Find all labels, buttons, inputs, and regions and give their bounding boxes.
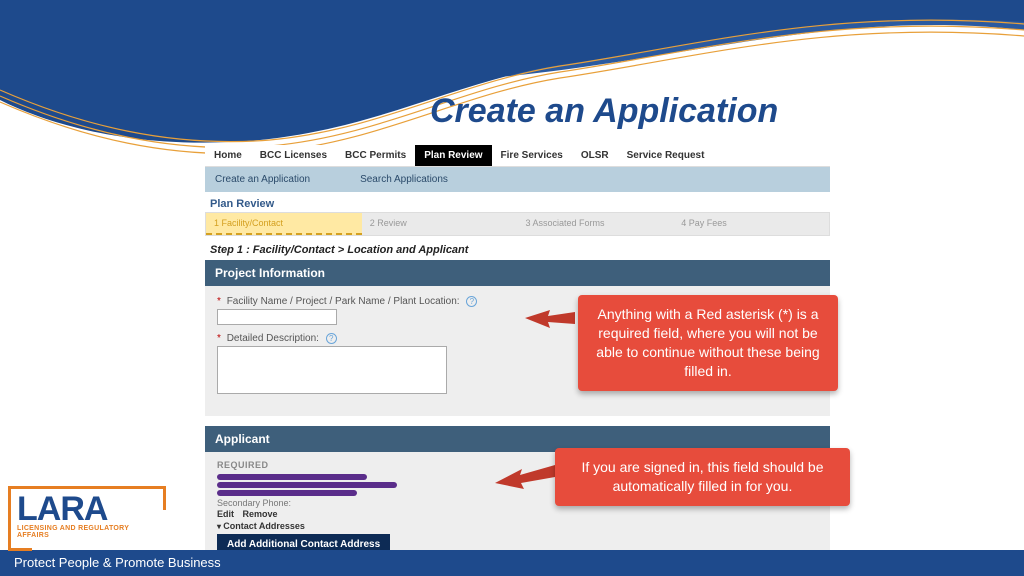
subnav-search-apps[interactable]: Search Applications: [360, 174, 448, 185]
lara-logo: LARA LICENSING AND REGULATORY AFFAIRS: [8, 486, 163, 548]
contact-addresses-toggle[interactable]: Contact Addresses: [217, 521, 818, 531]
step-associated-forms[interactable]: 3 Associated Forms: [518, 213, 674, 235]
step-pay-fees[interactable]: 4 Pay Fees: [673, 213, 829, 235]
help-icon[interactable]: ?: [466, 296, 477, 307]
subnav-create-app[interactable]: Create an Application: [215, 174, 310, 185]
step-facility-contact[interactable]: 1 Facility/Contact: [206, 213, 362, 235]
remove-link[interactable]: Remove: [243, 509, 278, 519]
footer-bar: Protect People & Promote Business: [0, 550, 1024, 576]
redacted-line: [217, 490, 357, 496]
redacted-line: [217, 474, 367, 480]
arrow-icon: [520, 300, 580, 340]
nav-bcc-licenses[interactable]: BCC Licenses: [251, 145, 336, 166]
callout-required-fields: Anything with a Red asterisk (*) is a re…: [578, 295, 838, 391]
required-asterisk-icon: *: [217, 333, 221, 344]
nav-bcc-permits[interactable]: BCC Permits: [336, 145, 415, 166]
nav-fire-services[interactable]: Fire Services: [492, 145, 572, 166]
arrow-icon: [490, 455, 560, 495]
help-icon[interactable]: ?: [326, 333, 337, 344]
edit-remove-row: Edit Remove: [217, 509, 818, 519]
top-nav: Home BCC Licenses BCC Permits Plan Revie…: [205, 145, 830, 167]
description-input[interactable]: [217, 346, 447, 394]
description-label: Detailed Description:: [227, 333, 319, 344]
lara-logo-text: LARA: [17, 493, 157, 525]
nav-olsr[interactable]: OLSR: [572, 145, 618, 166]
section-label: Plan Review: [210, 198, 830, 210]
nav-plan-review[interactable]: Plan Review: [415, 145, 491, 166]
step-breadcrumb: Step 1 : Facility/Contact > Location and…: [210, 244, 830, 256]
step-review[interactable]: 2 Review: [362, 213, 518, 235]
progress-tracker: 1 Facility/Contact 2 Review 3 Associated…: [205, 212, 830, 236]
redacted-line: [217, 482, 397, 488]
facility-name-label: Facility Name / Project / Park Name / Pl…: [227, 296, 460, 307]
project-info-header: Project Information: [205, 260, 830, 286]
nav-service-request[interactable]: Service Request: [618, 145, 714, 166]
nav-home[interactable]: Home: [205, 145, 251, 166]
lara-logo-subtitle: LICENSING AND REGULATORY AFFAIRS: [17, 525, 157, 539]
callout-autofill: If you are signed in, this field should …: [555, 448, 850, 506]
edit-link[interactable]: Edit: [217, 509, 234, 519]
page-title: Create an Application: [430, 92, 778, 131]
required-asterisk-icon: *: [217, 296, 221, 307]
facility-name-input[interactable]: [217, 309, 337, 325]
sub-nav: Create an Application Search Application…: [205, 167, 830, 192]
